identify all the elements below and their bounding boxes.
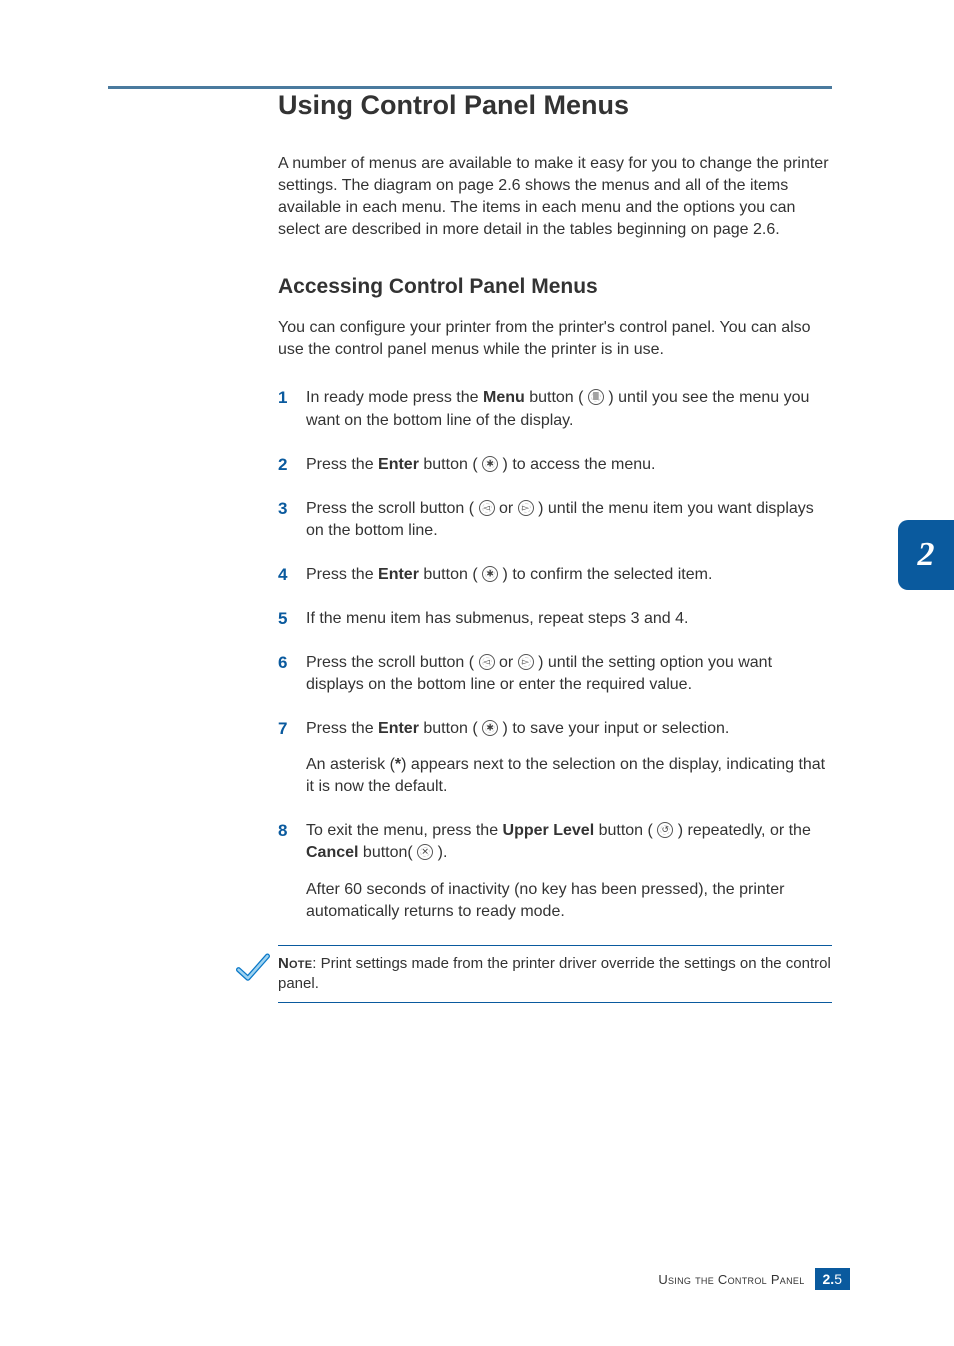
page-title: Using Control Panel Menus bbox=[278, 90, 832, 121]
note-text: : Print settings made from the printer d… bbox=[278, 955, 831, 992]
section-heading: Accessing Control Panel Menus bbox=[278, 275, 832, 299]
step-text: If the menu item has submenus, repeat st… bbox=[306, 610, 688, 627]
step-number: 5 bbox=[278, 607, 287, 630]
step-7-note: An asterisk (*) appears next to the sele… bbox=[306, 754, 832, 798]
step-7: 7 Press the Enter button ( ✱ ) to save y… bbox=[278, 718, 832, 798]
chapter-tab-number: 2 bbox=[918, 536, 935, 574]
enter-button-icon: ✱ bbox=[482, 720, 498, 736]
step-number: 8 bbox=[278, 819, 287, 842]
step-6: 6 Press the scroll button ( ◅ or ▻ ) unt… bbox=[278, 652, 832, 696]
header-rule bbox=[108, 86, 832, 89]
note-block: Note: Print settings made from the print… bbox=[244, 945, 832, 1004]
enter-button-icon: ✱ bbox=[482, 566, 498, 582]
step-number: 1 bbox=[278, 386, 287, 409]
step-1: 1 In ready mode press the Menu button ( … bbox=[278, 387, 832, 431]
page-number-badge: 2.5 bbox=[815, 1268, 850, 1290]
step-text: Press the Enter button ( ✱ ) to access t… bbox=[306, 456, 656, 473]
step-number: 6 bbox=[278, 651, 287, 674]
scroll-left-icon: ◅ bbox=[479, 654, 495, 670]
cancel-button-icon: ✕ bbox=[417, 844, 433, 860]
step-8-note: After 60 seconds of inactivity (no key h… bbox=[306, 879, 832, 923]
scroll-right-icon: ▻ bbox=[518, 654, 534, 670]
step-number: 3 bbox=[278, 497, 287, 520]
step-text: To exit the menu, press the Upper Level … bbox=[306, 822, 811, 861]
step-3: 3 Press the scroll button ( ◅ or ▻ ) unt… bbox=[278, 498, 832, 542]
intro-paragraph: A number of menus are available to make … bbox=[278, 153, 832, 241]
section-intro: You can configure your printer from the … bbox=[278, 317, 832, 361]
note-label: Note bbox=[278, 955, 312, 972]
upper-level-button-icon: ↺ bbox=[657, 822, 673, 838]
step-number: 7 bbox=[278, 717, 287, 740]
step-8: 8 To exit the menu, press the Upper Leve… bbox=[278, 820, 832, 922]
page-content: Using Control Panel Menus A number of me… bbox=[278, 90, 832, 1003]
note-box: Note: Print settings made from the print… bbox=[278, 945, 832, 1004]
scroll-right-icon: ▻ bbox=[518, 500, 534, 516]
chapter-tab: 2 bbox=[898, 520, 954, 590]
step-number: 2 bbox=[278, 453, 287, 476]
step-text: Press the Enter button ( ✱ ) to confirm … bbox=[306, 566, 712, 583]
step-text: Press the Enter button ( ✱ ) to save you… bbox=[306, 720, 729, 737]
footer-section-label: Using the Control Panel bbox=[658, 1272, 804, 1287]
step-4: 4 Press the Enter button ( ✱ ) to confir… bbox=[278, 564, 832, 586]
steps-list: 1 In ready mode press the Menu button ( … bbox=[278, 387, 832, 922]
step-text: Press the scroll button ( ◅ or ▻ ) until… bbox=[306, 500, 814, 539]
page-footer: Using the Control Panel 2.5 bbox=[658, 1268, 850, 1290]
step-2: 2 Press the Enter button ( ✱ ) to access… bbox=[278, 454, 832, 476]
note-checkmark-icon bbox=[236, 951, 270, 985]
step-number: 4 bbox=[278, 563, 287, 586]
scroll-left-icon: ◅ bbox=[479, 500, 495, 516]
step-text: Press the scroll button ( ◅ or ▻ ) until… bbox=[306, 654, 772, 693]
step-5: 5 If the menu item has submenus, repeat … bbox=[278, 608, 832, 630]
step-text: In ready mode press the Menu button ( ≣ … bbox=[306, 389, 809, 428]
menu-button-icon: ≣ bbox=[588, 389, 604, 405]
enter-button-icon: ✱ bbox=[482, 456, 498, 472]
